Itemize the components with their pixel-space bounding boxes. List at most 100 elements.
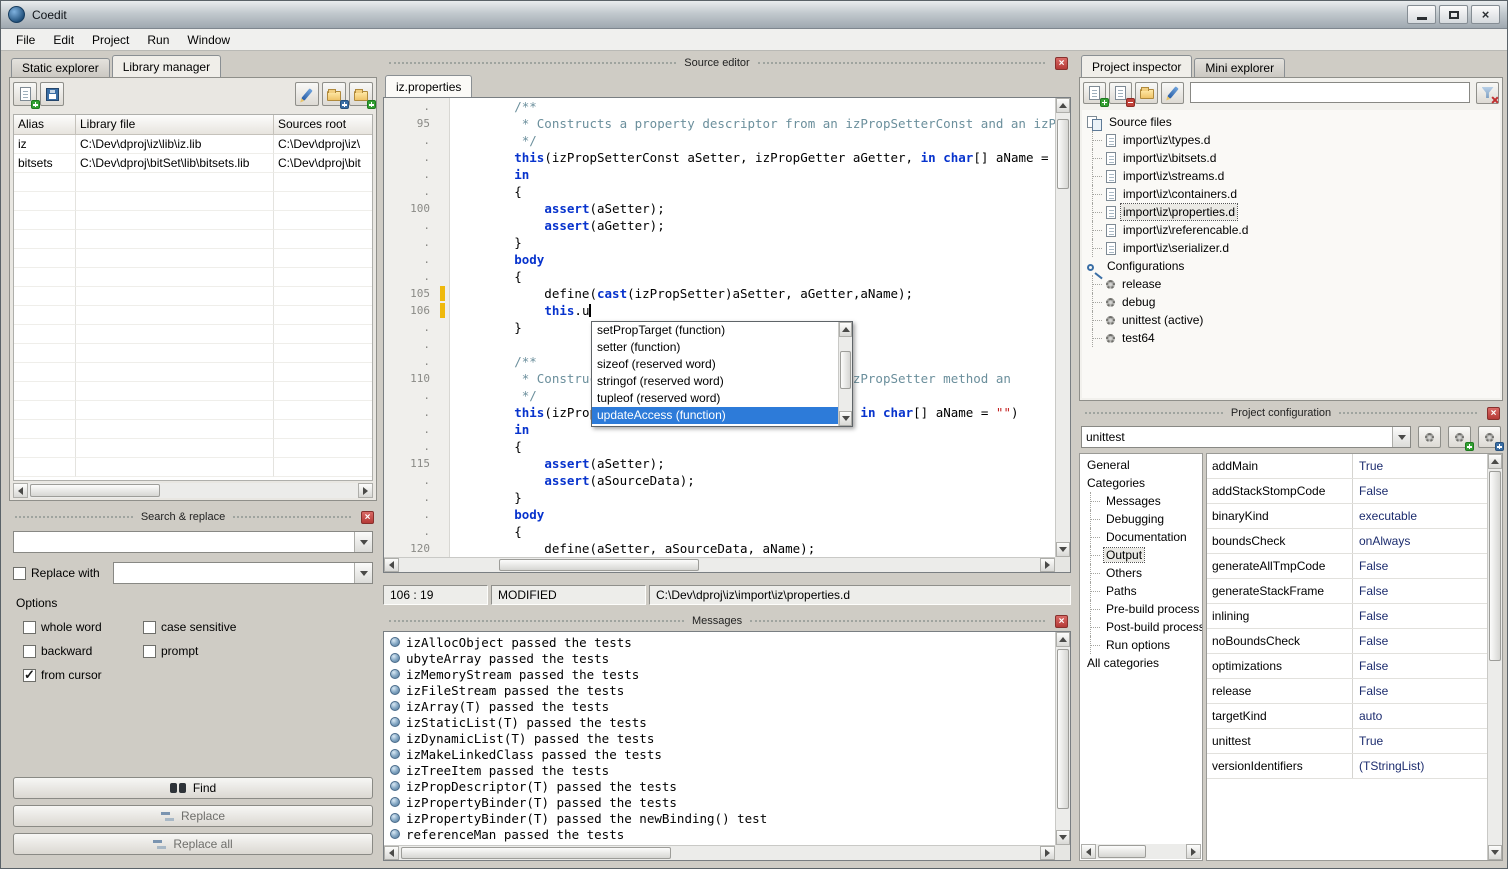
checkbox-prompt[interactable]: ✓ <box>143 645 156 658</box>
scrollbar-track[interactable] <box>1488 469 1502 845</box>
code-line[interactable]: 105 define(cast(izPropSetter)aSetter, aG… <box>384 285 1055 302</box>
table-row[interactable] <box>14 306 372 325</box>
category-messages[interactable]: Messages <box>1080 492 1202 510</box>
code-line[interactable]: . body <box>384 506 1055 523</box>
close-window-button[interactable]: × <box>1471 5 1500 24</box>
scroll-down-button[interactable] <box>839 411 852 426</box>
property-row-binarykind[interactable]: binaryKindexecutable <box>1207 504 1487 529</box>
replace-term-combo[interactable] <box>113 562 373 584</box>
property-row-release[interactable]: releaseFalse <box>1207 679 1487 704</box>
scrollbar-track[interactable] <box>399 846 1040 860</box>
category-general[interactable]: General <box>1080 456 1202 474</box>
scrollbar-track[interactable] <box>399 558 1040 572</box>
property-value[interactable]: True <box>1353 729 1487 753</box>
code-line[interactable]: 106 this.u <box>384 302 1055 319</box>
menu-item-run[interactable]: Run <box>138 29 178 50</box>
project-configuration-close-button[interactable]: × <box>1487 407 1500 420</box>
scroll-left-button[interactable] <box>384 846 399 860</box>
message-item[interactable]: referenceMan passed the tests <box>384 826 1055 842</box>
scroll-down-button[interactable] <box>1056 542 1070 557</box>
code-line[interactable]: . */ <box>384 132 1055 149</box>
message-item[interactable]: izMemoryStream passed the tests <box>384 666 1055 682</box>
code-line[interactable]: . in <box>384 166 1055 183</box>
message-item[interactable]: izMakeLinkedClass passed the tests <box>384 746 1055 762</box>
category-paths[interactable]: Paths <box>1080 582 1202 600</box>
table-row[interactable] <box>14 230 372 249</box>
scrollbar-thumb[interactable] <box>30 484 160 497</box>
category-run-options[interactable]: Run options <box>1080 636 1202 654</box>
table-row[interactable] <box>14 382 372 401</box>
property-row-addstackstompcode[interactable]: addStackStompCodeFalse <box>1207 479 1487 504</box>
table-row[interactable] <box>14 344 372 363</box>
scrollbar-thumb[interactable] <box>1057 119 1069 189</box>
dropdown-arrow[interactable] <box>354 563 372 583</box>
inspector-add-source-button[interactable] <box>1083 82 1106 104</box>
property-row-addmain[interactable]: addMainTrue <box>1207 454 1487 479</box>
scroll-down-button[interactable] <box>1488 845 1502 860</box>
tree-item-unittest-active[interactable]: unittest (active) <box>1082 311 1500 329</box>
code-line[interactable]: . /** <box>384 98 1055 115</box>
scrollbar-thumb[interactable] <box>401 847 671 859</box>
categories-hscrollbar[interactable] <box>1081 844 1201 859</box>
completion-item-updateaccess-function[interactable]: updateAccess (function) <box>592 407 838 424</box>
property-row-generatestackframe[interactable]: generateStackFrameFalse <box>1207 579 1487 604</box>
libman-save-list-button[interactable] <box>40 82 64 106</box>
titlebar[interactable]: Coedit × <box>1 1 1507 29</box>
tree-item-release[interactable]: release <box>1082 275 1500 293</box>
property-row-unittest[interactable]: unittestTrue <box>1207 729 1487 754</box>
column-header-library-file[interactable]: Library file <box>76 115 274 135</box>
property-row-noboundscheck[interactable]: noBoundsCheckFalse <box>1207 629 1487 654</box>
maximize-button[interactable] <box>1439 5 1468 24</box>
tree-item-test64[interactable]: test64 <box>1082 329 1500 347</box>
column-header-alias[interactable]: Alias <box>14 115 76 135</box>
checkbox-case-sensitive[interactable]: ✓ <box>143 621 156 634</box>
search-term-combo[interactable] <box>13 531 373 553</box>
dropdown-arrow[interactable] <box>354 532 372 552</box>
left-tab-static-explorer[interactable]: Static explorer <box>11 58 110 77</box>
scroll-up-button[interactable] <box>1488 454 1502 469</box>
scrollbar-track[interactable] <box>1096 844 1186 859</box>
message-item[interactable]: izPropertyBinder(T) passed the newBindin… <box>384 810 1055 826</box>
completion-item-setproptarget-function[interactable]: setPropTarget (function) <box>592 322 838 339</box>
completion-item-stringof-reserved-word[interactable]: stringof (reserved word) <box>592 373 838 390</box>
message-item[interactable]: izArray(T) passed the tests <box>384 698 1055 714</box>
source-editor-close-button[interactable]: × <box>1055 57 1068 70</box>
table-row[interactable] <box>14 192 372 211</box>
table-row[interactable] <box>14 211 372 230</box>
inspector-open-button[interactable] <box>1135 82 1158 104</box>
scroll-right-button[interactable] <box>1040 558 1055 572</box>
scroll-up-button[interactable] <box>1056 98 1070 113</box>
table-row[interactable] <box>14 401 372 420</box>
message-item[interactable]: izTreeItem passed the tests <box>384 762 1055 778</box>
menu-item-edit[interactable]: Edit <box>44 29 83 50</box>
tree-item-import-iz-serializer-d[interactable]: import\iz\serializer.d <box>1082 239 1500 257</box>
replace-button[interactable]: Replace <box>13 805 373 827</box>
scroll-up-button[interactable] <box>839 322 852 337</box>
scrollbar-thumb[interactable] <box>1057 649 1069 809</box>
message-item[interactable]: izPropDescriptor(T) passed the tests <box>384 778 1055 794</box>
property-value[interactable]: auto <box>1353 704 1487 728</box>
code-line[interactable]: . assert(aSourceData); <box>384 472 1055 489</box>
property-row-targetkind[interactable]: targetKindauto <box>1207 704 1487 729</box>
tree-item-source-files[interactable]: Source files <box>1082 113 1500 131</box>
menu-item-window[interactable]: Window <box>178 29 239 50</box>
inspector-tools-button[interactable] <box>1161 82 1184 104</box>
checkbox-from-cursor[interactable]: ✓ <box>23 669 36 682</box>
property-row-generatealltmpcode[interactable]: generateAllTmpCodeFalse <box>1207 554 1487 579</box>
scroll-down-button[interactable] <box>1056 830 1070 845</box>
scroll-left-button[interactable] <box>1081 844 1096 859</box>
property-value[interactable]: False <box>1353 554 1487 578</box>
property-value[interactable]: (TStringList) <box>1353 754 1487 778</box>
configuration-combo[interactable]: unittest <box>1081 426 1411 448</box>
scrollbar-thumb[interactable] <box>840 351 851 389</box>
category-all-categories[interactable]: All categories <box>1080 654 1202 672</box>
scroll-up-button[interactable] <box>1056 632 1070 647</box>
property-row-inlining[interactable]: inliningFalse <box>1207 604 1487 629</box>
right-tab-mini-explorer[interactable]: Mini explorer <box>1194 58 1285 77</box>
table-row[interactable] <box>14 325 372 344</box>
libman-open-folder-button[interactable] <box>322 82 346 106</box>
scroll-right-button[interactable] <box>358 483 373 498</box>
message-item[interactable]: izFileStream passed the tests <box>384 682 1055 698</box>
code-line[interactable]: . { <box>384 523 1055 540</box>
category-post-build-process[interactable]: Post-build process <box>1080 618 1202 636</box>
